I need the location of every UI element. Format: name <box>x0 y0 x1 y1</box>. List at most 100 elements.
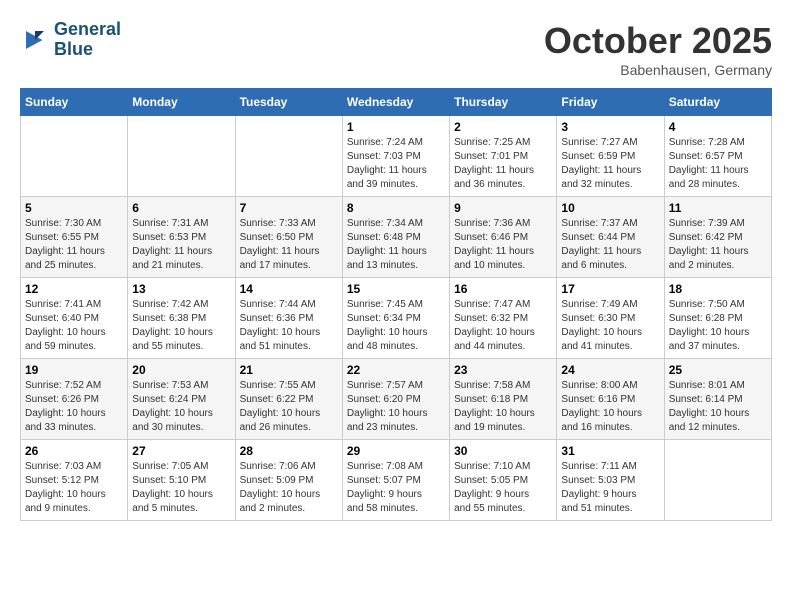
page-header: General Blue October 2025 Babenhausen, G… <box>20 20 772 78</box>
calendar-cell: 12 Sunrise: 7:41 AM Sunset: 6:40 PM Dayli… <box>21 278 128 359</box>
calendar-cell: 29 Sunrise: 7:08 AM Sunset: 5:07 PM Dayli… <box>342 440 449 521</box>
calendar-week-row: 12 Sunrise: 7:41 AM Sunset: 6:40 PM Dayli… <box>21 278 772 359</box>
weekday-header: Wednesday <box>342 89 449 116</box>
calendar-table: SundayMondayTuesdayWednesdayThursdayFrid… <box>20 88 772 521</box>
calendar-cell: 6 Sunrise: 7:31 AM Sunset: 6:53 PM Daylig… <box>128 197 235 278</box>
calendar-cell <box>235 116 342 197</box>
calendar-cell: 25Sunrise: 8:01 AM Sunset: 6:14 PM Dayli… <box>664 359 771 440</box>
calendar-cell: 7 Sunrise: 7:33 AM Sunset: 6:50 PM Daylig… <box>235 197 342 278</box>
day-number: 10 <box>561 201 659 215</box>
calendar-cell <box>664 440 771 521</box>
day-info: Sunrise: 7:30 AM Sunset: 6:55 PM Dayligh… <box>25 217 123 273</box>
calendar-cell: 21Sunrise: 7:55 AM Sunset: 6:22 PM Dayli… <box>235 359 342 440</box>
calendar-cell: 8Sunrise: 7:34 AM Sunset: 6:48 PM Daylig… <box>342 197 449 278</box>
calendar-week-row: 1 Sunrise: 7:24 AM Sunset: 7:03 PM Daylig… <box>21 116 772 197</box>
day-info: Sunrise: 7:47 AM Sunset: 6:32 PM Dayligh… <box>454 298 552 354</box>
calendar-cell: 15 Sunrise: 7:45 AM Sunset: 6:34 PM Dayli… <box>342 278 449 359</box>
day-number: 27 <box>132 444 230 458</box>
logo-text: General Blue <box>54 20 121 60</box>
day-info: Sunrise: 7:34 AM Sunset: 6:48 PM Dayligh… <box>347 217 445 273</box>
day-info: Sunrise: 8:00 AM Sunset: 6:16 PM Dayligh… <box>561 379 659 435</box>
day-number: 18 <box>669 282 767 296</box>
calendar-cell: 4 Sunrise: 7:28 AM Sunset: 6:57 PM Daylig… <box>664 116 771 197</box>
day-info: Sunrise: 7:06 AM Sunset: 5:09 PM Dayligh… <box>240 460 338 516</box>
weekday-header: Tuesday <box>235 89 342 116</box>
calendar-header: SundayMondayTuesdayWednesdayThursdayFrid… <box>21 89 772 116</box>
calendar-cell: 30Sunrise: 7:10 AM Sunset: 5:05 PM Dayli… <box>450 440 557 521</box>
calendar-cell: 11 Sunrise: 7:39 AM Sunset: 6:42 PM Dayli… <box>664 197 771 278</box>
day-number: 26 <box>25 444 123 458</box>
weekday-header: Saturday <box>664 89 771 116</box>
day-info: Sunrise: 7:36 AM Sunset: 6:46 PM Dayligh… <box>454 217 552 273</box>
calendar-cell: 13Sunrise: 7:42 AM Sunset: 6:38 PM Dayli… <box>128 278 235 359</box>
day-number: 12 <box>25 282 123 296</box>
day-number: 19 <box>25 363 123 377</box>
day-info: Sunrise: 7:11 AM Sunset: 5:03 PM Dayligh… <box>561 460 659 516</box>
day-info: Sunrise: 7:39 AM Sunset: 6:42 PM Dayligh… <box>669 217 767 273</box>
day-info: Sunrise: 7:27 AM Sunset: 6:59 PM Dayligh… <box>561 136 659 192</box>
day-number: 20 <box>132 363 230 377</box>
day-number: 23 <box>454 363 552 377</box>
day-number: 15 <box>347 282 445 296</box>
logo-icon <box>20 25 50 55</box>
calendar-cell: 16 Sunrise: 7:47 AM Sunset: 6:32 PM Dayli… <box>450 278 557 359</box>
day-info: Sunrise: 7:58 AM Sunset: 6:18 PM Dayligh… <box>454 379 552 435</box>
day-info: Sunrise: 8:01 AM Sunset: 6:14 PM Dayligh… <box>669 379 767 435</box>
day-number: 11 <box>669 201 767 215</box>
day-info: Sunrise: 7:08 AM Sunset: 5:07 PM Dayligh… <box>347 460 445 516</box>
day-info: Sunrise: 7:05 AM Sunset: 5:10 PM Dayligh… <box>132 460 230 516</box>
day-info: Sunrise: 7:28 AM Sunset: 6:57 PM Dayligh… <box>669 136 767 192</box>
weekday-header: Sunday <box>21 89 128 116</box>
calendar-cell: 24Sunrise: 8:00 AM Sunset: 6:16 PM Dayli… <box>557 359 664 440</box>
calendar-cell <box>128 116 235 197</box>
calendar-cell: 1 Sunrise: 7:24 AM Sunset: 7:03 PM Daylig… <box>342 116 449 197</box>
calendar-cell: 14 Sunrise: 7:44 AM Sunset: 6:36 PM Dayli… <box>235 278 342 359</box>
day-number: 29 <box>347 444 445 458</box>
calendar-body: 1 Sunrise: 7:24 AM Sunset: 7:03 PM Daylig… <box>21 116 772 521</box>
weekday-header: Thursday <box>450 89 557 116</box>
day-number: 21 <box>240 363 338 377</box>
day-number: 5 <box>25 201 123 215</box>
day-info: Sunrise: 7:25 AM Sunset: 7:01 PM Dayligh… <box>454 136 552 192</box>
day-number: 14 <box>240 282 338 296</box>
calendar-cell: 5 Sunrise: 7:30 AM Sunset: 6:55 PM Daylig… <box>21 197 128 278</box>
logo-line1: General <box>54 20 121 40</box>
weekday-header: Monday <box>128 89 235 116</box>
calendar-cell: 28Sunrise: 7:06 AM Sunset: 5:09 PM Dayli… <box>235 440 342 521</box>
day-info: Sunrise: 7:57 AM Sunset: 6:20 PM Dayligh… <box>347 379 445 435</box>
title-block: October 2025 Babenhausen, Germany <box>544 20 772 78</box>
calendar-cell: 9 Sunrise: 7:36 AM Sunset: 6:46 PM Daylig… <box>450 197 557 278</box>
day-number: 7 <box>240 201 338 215</box>
day-info: Sunrise: 7:33 AM Sunset: 6:50 PM Dayligh… <box>240 217 338 273</box>
day-number: 6 <box>132 201 230 215</box>
calendar-cell <box>21 116 128 197</box>
day-info: Sunrise: 7:24 AM Sunset: 7:03 PM Dayligh… <box>347 136 445 192</box>
day-number: 17 <box>561 282 659 296</box>
calendar-cell: 22Sunrise: 7:57 AM Sunset: 6:20 PM Dayli… <box>342 359 449 440</box>
calendar-cell: 20 Sunrise: 7:53 AM Sunset: 6:24 PM Dayli… <box>128 359 235 440</box>
calendar-cell: 19Sunrise: 7:52 AM Sunset: 6:26 PM Dayli… <box>21 359 128 440</box>
day-info: Sunrise: 7:45 AM Sunset: 6:34 PM Dayligh… <box>347 298 445 354</box>
location-subtitle: Babenhausen, Germany <box>544 62 772 78</box>
calendar-week-row: 26 Sunrise: 7:03 AM Sunset: 5:12 PM Dayli… <box>21 440 772 521</box>
day-info: Sunrise: 7:41 AM Sunset: 6:40 PM Dayligh… <box>25 298 123 354</box>
logo: General Blue <box>20 20 121 60</box>
day-number: 30 <box>454 444 552 458</box>
day-number: 13 <box>132 282 230 296</box>
calendar-cell: 10Sunrise: 7:37 AM Sunset: 6:44 PM Dayli… <box>557 197 664 278</box>
day-number: 16 <box>454 282 552 296</box>
calendar-cell: 26 Sunrise: 7:03 AM Sunset: 5:12 PM Dayli… <box>21 440 128 521</box>
day-info: Sunrise: 7:31 AM Sunset: 6:53 PM Dayligh… <box>132 217 230 273</box>
weekday-header: Friday <box>557 89 664 116</box>
day-number: 1 <box>347 120 445 134</box>
day-info: Sunrise: 7:03 AM Sunset: 5:12 PM Dayligh… <box>25 460 123 516</box>
day-number: 4 <box>669 120 767 134</box>
calendar-cell: 3 Sunrise: 7:27 AM Sunset: 6:59 PM Daylig… <box>557 116 664 197</box>
day-number: 9 <box>454 201 552 215</box>
day-info: Sunrise: 7:53 AM Sunset: 6:24 PM Dayligh… <box>132 379 230 435</box>
day-info: Sunrise: 7:44 AM Sunset: 6:36 PM Dayligh… <box>240 298 338 354</box>
calendar-cell: 23 Sunrise: 7:58 AM Sunset: 6:18 PM Dayli… <box>450 359 557 440</box>
month-title: October 2025 <box>544 20 772 62</box>
day-number: 3 <box>561 120 659 134</box>
logo-line2: Blue <box>54 40 121 60</box>
